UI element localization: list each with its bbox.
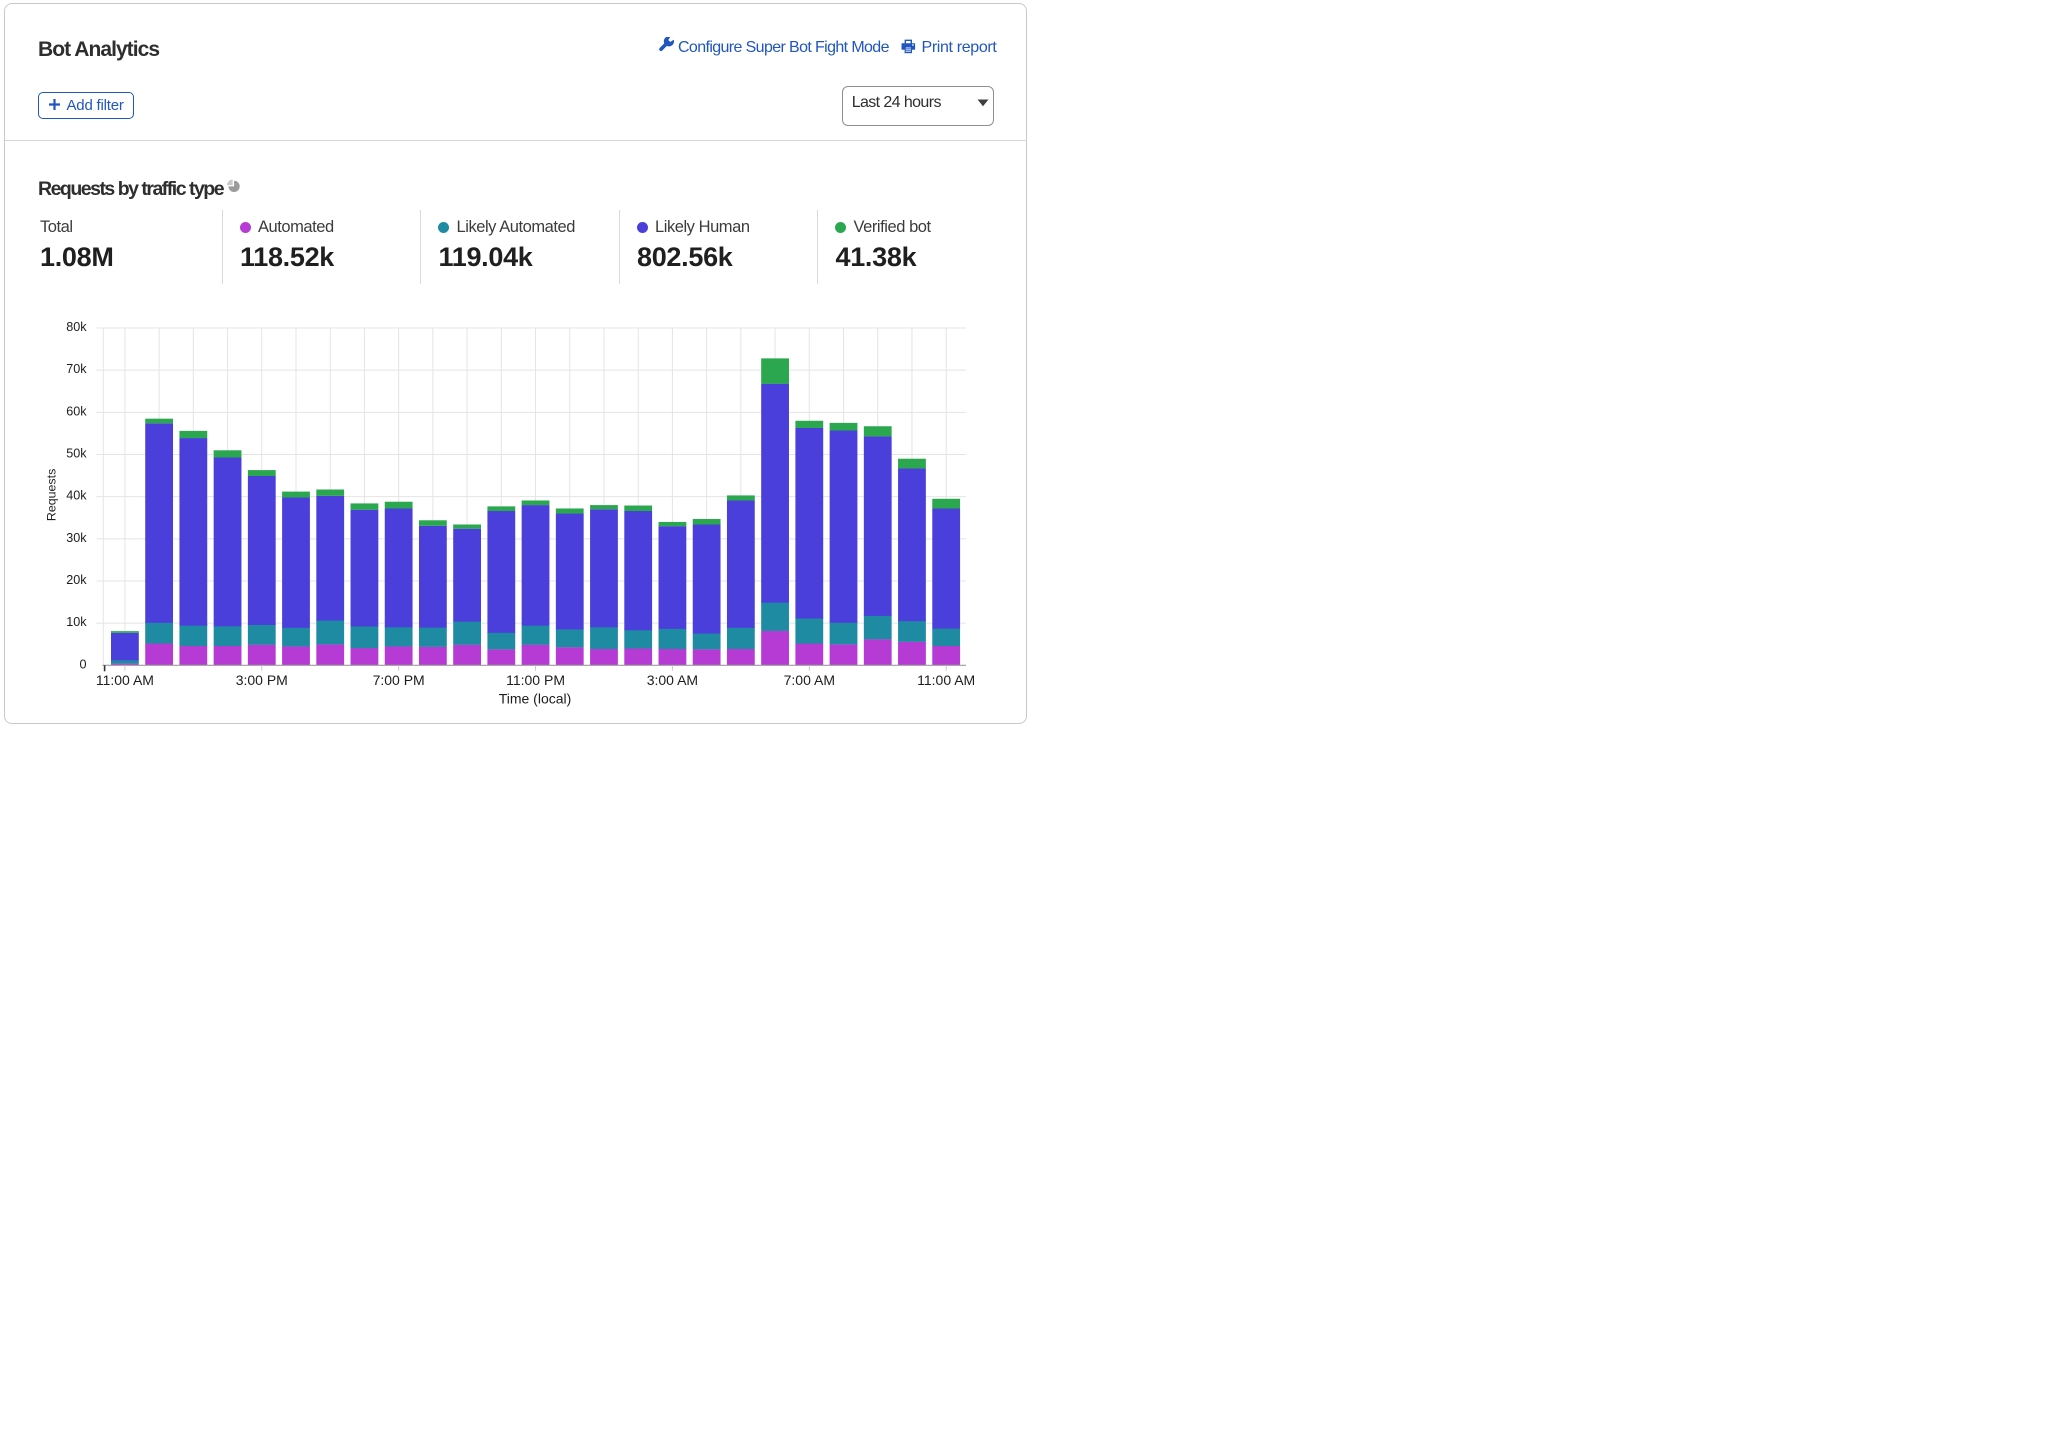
svg-text:20k: 20k — [66, 573, 87, 587]
svg-text:60k: 60k — [66, 404, 87, 418]
svg-text:Time (local): Time (local) — [499, 691, 572, 707]
svg-text:3:00 PM: 3:00 PM — [236, 672, 288, 688]
svg-text:0: 0 — [79, 657, 86, 671]
svg-text:11:00 AM: 11:00 AM — [917, 672, 975, 688]
svg-text:70k: 70k — [66, 362, 87, 376]
svg-text:7:00 PM: 7:00 PM — [373, 672, 425, 688]
svg-text:30k: 30k — [66, 531, 87, 545]
svg-text:7:00 AM: 7:00 AM — [784, 672, 835, 688]
svg-text:11:00 AM: 11:00 AM — [96, 672, 154, 688]
svg-text:10k: 10k — [66, 615, 87, 629]
svg-text:Requests: Requests — [44, 469, 58, 521]
svg-text:80k: 80k — [66, 320, 87, 334]
svg-text:50k: 50k — [66, 447, 87, 461]
svg-text:11:00 PM: 11:00 PM — [506, 672, 565, 688]
svg-text:3:00 AM: 3:00 AM — [647, 672, 698, 688]
svg-text:40k: 40k — [66, 489, 87, 503]
